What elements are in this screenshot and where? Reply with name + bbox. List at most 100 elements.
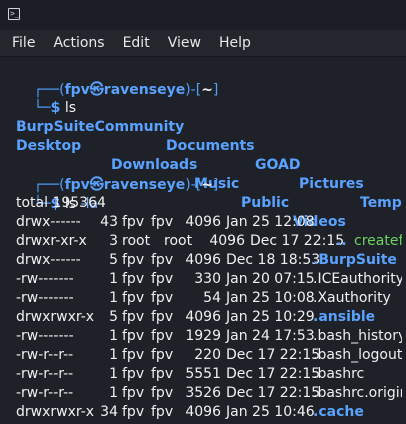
file-size: 330 [194, 271, 221, 287]
permissions: -rw------- [16, 271, 74, 287]
group: fpv [151, 347, 174, 363]
terminal-icon: >_ [8, 8, 20, 20]
dir-entry: . [313, 214, 319, 230]
file-entry: .bashrc.original [313, 385, 406, 401]
link-count: 5 [109, 252, 118, 268]
file-entry: .bash_logout [313, 347, 403, 363]
link-count: 34 [100, 404, 118, 420]
file-entry: .bashrc [313, 366, 365, 382]
listing-row: drwxrwxr-x 5 fpv fpv 4096 Jan 25 10:29 .ansibl… [0, 308, 406, 327]
link-count: 1 [109, 271, 118, 287]
permissions: -rw-r--r-- [16, 347, 74, 363]
title-bar: >_ [0, 0, 406, 30]
group: fpv [151, 404, 174, 420]
file-size: 54 [203, 290, 221, 306]
prompt-bracket: )-[ [185, 82, 202, 98]
modified-date: Dec 17 22:15 [226, 366, 321, 382]
listing-row: -rw------- 1 fpv fpv 54 Jan 25 10:08 .Xauthori… [0, 289, 406, 308]
group: fpv [151, 309, 174, 325]
file-size: 220 [194, 347, 221, 363]
listing-row: -rw------- 1 fpv fpv 1929 Jan 24 17:53 .bash_h… [0, 327, 406, 346]
menu-edit[interactable]: Edit [117, 35, 156, 51]
link-count: 1 [109, 366, 118, 382]
file-size: 4096 [185, 309, 221, 325]
menu-file[interactable]: File [6, 35, 41, 51]
modified-date: Dec 18 18:53 [226, 252, 321, 268]
modified-date: Jan 25 12:08 [226, 214, 315, 230]
file-size: 3526 [185, 385, 221, 401]
prompt-bracket: ] [212, 177, 219, 193]
prompt-dir: ~ [201, 177, 213, 193]
listing-row: drwxrwxr-x 34 fpv fpv 4096 Jan 25 10:46 .cache [0, 403, 406, 422]
modified-date: Jan 25 10:08 [226, 290, 315, 306]
group: fpv [151, 385, 174, 401]
group: fpv [151, 366, 174, 382]
group: fpv [151, 271, 174, 287]
permissions: drwx------ [16, 252, 81, 268]
dir-entry: .ansible [313, 309, 376, 325]
group: fpv [151, 214, 174, 230]
file-size: 4096 [185, 404, 221, 420]
permissions: drwxrwxr-x [16, 404, 95, 420]
modified-date: Jan 24 17:53 [226, 328, 315, 344]
listing-row: drwx------ 43 fpv fpv 4096 Jan 25 12:08. [0, 213, 406, 232]
modified-date: Jan 25 10:46 [226, 404, 315, 420]
total-line: total 195364 [16, 195, 106, 211]
menu-view[interactable]: View [162, 35, 207, 51]
file-entry: .Xauthority [313, 290, 391, 306]
prompt-bracket: )-[ [185, 177, 202, 193]
terminal-output[interactable]: ┌──(fpv㉿ravenseye)-[~] └─$ ls BurpSuiteC… [0, 57, 406, 424]
owner: fpv [122, 328, 145, 344]
link-count: 1 [109, 385, 118, 401]
link-count: 5 [109, 309, 118, 325]
file-size: 5551 [185, 366, 221, 382]
listing-row: drwx------ 5 fpv fpv 4096 Dec 18 18:53 .BurpSu… [0, 251, 406, 270]
modified-date: Dec 17 22:15 [250, 233, 345, 249]
link-count: 1 [109, 290, 118, 306]
owner: fpv [122, 366, 145, 382]
permissions: drwxr-xr-x [16, 233, 87, 249]
modified-date: Jan 20 07:15 [226, 271, 315, 287]
owner: fpv [122, 309, 145, 325]
permissions: -rw------- [16, 328, 74, 344]
group: root [164, 233, 193, 249]
menu-bar: File Actions Edit View Help [0, 30, 406, 57]
owner: fpv [122, 252, 145, 268]
link-count: 1 [109, 347, 118, 363]
link-count: 1 [109, 328, 118, 344]
dir-entry: Desktop [16, 138, 82, 154]
owner: root [122, 233, 151, 249]
permissions: drwx------ [16, 214, 81, 230]
listing-row: -rw-r--r-- 1 fpv fpv 220 Dec 17 22:15 .bash_lo… [0, 346, 406, 365]
owner: fpv [122, 347, 145, 363]
file-size: 4096 [209, 233, 245, 249]
listing-row: -rw------- 1 fpv fpv 330 Jan 20 07:15 .ICEauth… [0, 270, 406, 289]
link-count: 43 [100, 214, 118, 230]
prompt-dir: ~ [201, 82, 213, 98]
dir-entry: Public [241, 195, 290, 211]
file-size: 4096 [185, 252, 221, 268]
dir-entry: Templa [360, 195, 406, 211]
owner: fpv [122, 271, 145, 287]
ls-output-row: BurpSuiteCommunity Documents GOAD Pictur… [0, 99, 406, 211]
group: fpv [151, 290, 174, 306]
menu-help[interactable]: Help [213, 35, 257, 51]
modified-date: Jan 25 10:29 [226, 309, 315, 325]
dir-entry: .BurpSuite [313, 252, 397, 268]
owner: fpv [122, 385, 145, 401]
owner: fpv [122, 290, 145, 306]
owner: fpv [122, 214, 145, 230]
ls-output-row: Desktop Downloads Music Public Videos cr… [0, 118, 406, 249]
permissions: -rw-r--r-- [16, 385, 74, 401]
dir-entry: .. [336, 233, 347, 249]
modified-date: Dec 17 22:15 [226, 385, 321, 401]
file-entry: .bash_history [313, 328, 406, 344]
modified-date: Dec 17 22:15 [226, 347, 321, 363]
listing-row: -rw-r--r-- 1 fpv fpv 3526 Dec 17 22:15 .bashrc… [0, 384, 406, 403]
permissions: -rw-r--r-- [16, 366, 74, 382]
dir-entry: Documents [166, 138, 255, 154]
scrollbar[interactable] [402, 57, 406, 424]
dir-entry: .cache [313, 404, 364, 420]
prompt-bracket: ] [212, 82, 219, 98]
menu-actions[interactable]: Actions [47, 35, 110, 51]
